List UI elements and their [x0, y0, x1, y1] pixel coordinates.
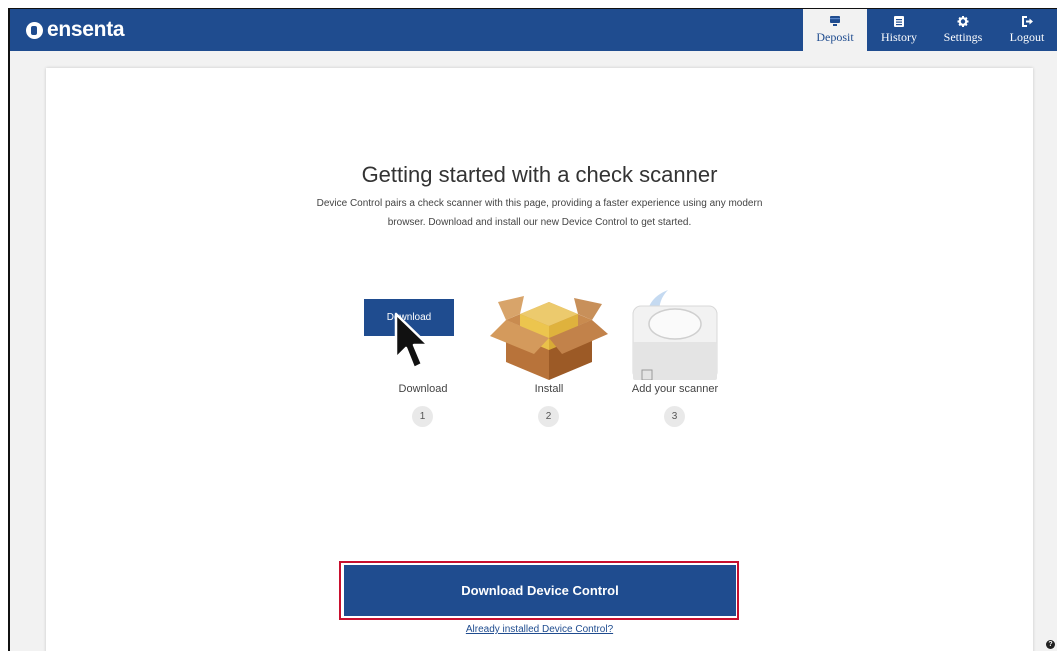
page-description: Device Control pairs a check scanner wit…	[316, 198, 763, 228]
mouse-cursor-icon	[394, 312, 430, 370]
nav-logout-label: Logout	[1009, 29, 1045, 44]
brand-name: ensenta	[47, 18, 125, 41]
nav-deposit[interactable]: Deposit	[803, 9, 867, 51]
download-device-control-button[interactable]: Download Device Control	[344, 565, 736, 616]
nav-history-label: History	[881, 29, 917, 44]
main-nav: Deposit History Settings Logout	[803, 9, 1057, 51]
top-navigation-bar: ensenta Deposit History Settings Logout	[10, 9, 1057, 51]
brand-logo[interactable]: ensenta	[26, 18, 125, 42]
app-window: ensenta Deposit History Settings Logout …	[8, 8, 1057, 651]
page-title: Getting started with a check scanner	[361, 162, 718, 187]
step-label: Add your scanner	[631, 383, 719, 395]
monitor-icon	[830, 15, 840, 26]
logo-icon	[26, 21, 43, 39]
gear-icon	[957, 15, 969, 27]
nav-deposit-label: Deposit	[816, 29, 854, 44]
nav-settings[interactable]: Settings	[931, 9, 995, 51]
step-number: 1	[412, 406, 433, 427]
step-number: 2	[538, 406, 559, 427]
list-icon	[894, 15, 904, 27]
nav-history[interactable]: History	[867, 9, 931, 51]
step-number: 3	[664, 406, 685, 427]
scanner-icon	[632, 290, 718, 380]
help-icon[interactable]: ?	[1046, 640, 1055, 649]
nav-logout[interactable]: Logout	[995, 9, 1057, 51]
already-installed-link[interactable]: Already installed Device Control?	[46, 624, 1033, 635]
logout-icon	[1022, 15, 1033, 27]
nav-settings-label: Settings	[943, 29, 983, 44]
content-card: Getting started with a check scanner Dev…	[46, 68, 1033, 651]
